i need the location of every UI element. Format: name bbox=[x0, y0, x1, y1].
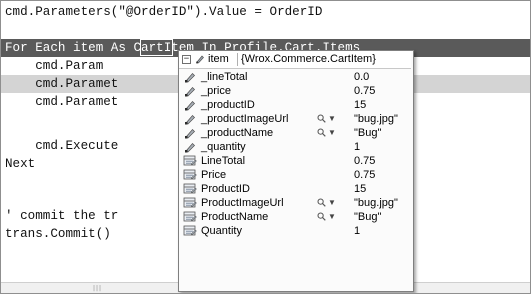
property-icon bbox=[183, 169, 197, 181]
member-name: LineTotal bbox=[201, 155, 246, 167]
code-line-8[interactable]: ' commit the tr bbox=[5, 207, 118, 225]
member-name: Quantity bbox=[201, 225, 242, 237]
datatip-row[interactable]: ProductName ▼ "Bug" bbox=[179, 210, 411, 224]
field-icon bbox=[183, 99, 197, 111]
field-icon bbox=[183, 141, 197, 153]
visualizer-magnifier-icon[interactable] bbox=[317, 212, 326, 221]
property-icon bbox=[183, 211, 197, 223]
member-value[interactable]: 0.75 bbox=[354, 168, 375, 182]
datatip-row[interactable]: _quantity 1 bbox=[179, 140, 411, 154]
member-name: ProductImageUrl bbox=[201, 197, 284, 209]
member-name: _productName bbox=[201, 127, 274, 139]
property-icon bbox=[183, 197, 197, 209]
variable-type: {Wrox.Commerce.CartItem} bbox=[241, 53, 376, 65]
code-line-6[interactable]: cmd.Execute bbox=[5, 137, 118, 155]
member-value[interactable]: "Bug" bbox=[354, 210, 381, 224]
member-value[interactable]: 0.75 bbox=[354, 154, 375, 168]
hovered-word-box bbox=[140, 39, 173, 56]
code-line-9[interactable]: trans.Commit() bbox=[5, 225, 111, 243]
visualizer-magnifier-icon[interactable] bbox=[317, 198, 326, 207]
member-value[interactable]: "bug.jpg" bbox=[354, 112, 398, 126]
property-icon bbox=[183, 155, 197, 167]
member-value[interactable]: 0.75 bbox=[354, 84, 375, 98]
member-value[interactable]: 0.0 bbox=[354, 70, 369, 84]
member-value[interactable]: "Bug" bbox=[354, 126, 381, 140]
visualizer-dropdown-icon[interactable]: ▼ bbox=[328, 112, 336, 126]
code-editor[interactable]: cmd.Parameters("@OrderID").Value = Order… bbox=[0, 0, 531, 294]
collapse-button[interactable]: − bbox=[182, 55, 191, 64]
datatip-row[interactable]: ProductImageUrl ▼ "bug.jpg" bbox=[179, 196, 411, 210]
member-name: Price bbox=[201, 169, 227, 181]
visualizer-dropdown-icon[interactable]: ▼ bbox=[328, 196, 336, 210]
datatip-header: − item {Wrox.Commerce.CartItem} bbox=[179, 51, 411, 69]
visualizer-magnifier-icon[interactable] bbox=[317, 128, 326, 137]
variable-icon bbox=[196, 55, 204, 64]
variable-name: item bbox=[208, 53, 229, 65]
member-name: ProductName bbox=[201, 211, 269, 223]
code-line-7[interactable]: Next bbox=[5, 155, 35, 173]
visualizer-dropdown-icon[interactable]: ▼ bbox=[328, 126, 336, 140]
member-value[interactable]: 15 bbox=[354, 98, 366, 112]
member-name: _productID bbox=[201, 99, 255, 111]
scrollbar-grip[interactable]: ||| bbox=[93, 286, 102, 292]
datatip-row[interactable]: _productName ▼ "Bug" bbox=[179, 126, 411, 140]
datatip-row[interactable]: Price 0.75 bbox=[179, 168, 411, 182]
visualizer-magnifier-icon[interactable] bbox=[317, 114, 326, 123]
property-icon bbox=[183, 183, 197, 195]
datatip-row[interactable]: _lineTotal 0.0 bbox=[179, 70, 411, 84]
datatip-row[interactable]: _productID 15 bbox=[179, 98, 411, 112]
datatip-row[interactable]: _price 0.75 bbox=[179, 84, 411, 98]
member-name: _price bbox=[201, 85, 231, 97]
datatip-row[interactable]: LineTotal 0.75 bbox=[179, 154, 411, 168]
property-icon bbox=[183, 225, 197, 237]
datatip-row[interactable]: Quantity 1 bbox=[179, 224, 411, 238]
member-name: _productImageUrl bbox=[201, 113, 289, 125]
member-value[interactable]: "bug.jpg" bbox=[354, 196, 398, 210]
member-name: _lineTotal bbox=[201, 71, 248, 83]
field-icon bbox=[183, 113, 197, 125]
member-name: ProductID bbox=[201, 183, 250, 195]
code-line-1[interactable]: cmd.Parameters("@OrderID").Value = Order… bbox=[5, 3, 322, 21]
field-icon bbox=[183, 127, 197, 139]
field-icon bbox=[183, 85, 197, 97]
datatip-row[interactable]: _productImageUrl ▼ "bug.jpg" bbox=[179, 112, 411, 126]
member-value[interactable]: 1 bbox=[354, 140, 360, 154]
member-name: _quantity bbox=[201, 141, 246, 153]
member-value[interactable]: 1 bbox=[354, 224, 360, 238]
member-value[interactable]: 15 bbox=[354, 182, 366, 196]
header-divider bbox=[237, 53, 238, 66]
visualizer-dropdown-icon[interactable]: ▼ bbox=[328, 210, 336, 224]
debugger-datatip[interactable]: − item {Wrox.Commerce.CartItem} _lineTot… bbox=[178, 50, 414, 292]
field-icon bbox=[183, 71, 197, 83]
datatip-row[interactable]: ProductID 15 bbox=[179, 182, 411, 196]
